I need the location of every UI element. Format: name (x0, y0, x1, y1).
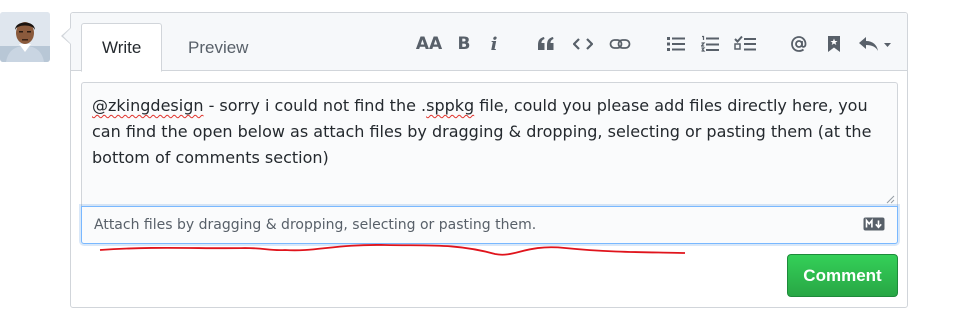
tab-write[interactable]: Write (81, 23, 163, 72)
tab-preview[interactable]: Preview (167, 23, 269, 72)
quote-icon[interactable] (534, 32, 558, 56)
file-extension-text: sppkg (426, 96, 475, 115)
comment-textarea[interactable]: @zkingdesign - sorry i could not find th… (81, 82, 898, 206)
text-size-icon[interactable]: AA (416, 32, 442, 56)
link-icon[interactable] (608, 32, 632, 56)
red-annotation-underline (99, 244, 686, 256)
mention-text: @zkingdesign (92, 96, 204, 115)
avatar[interactable] (0, 12, 50, 62)
comment-button[interactable]: Comment (787, 254, 898, 297)
code-icon[interactable] (571, 32, 595, 56)
markdown-icon[interactable] (863, 217, 885, 231)
attach-files-text: Attach files by dragging & dropping, sel… (94, 217, 537, 233)
bold-icon[interactable]: B (452, 32, 476, 56)
reply-icon[interactable] (855, 32, 895, 56)
comment-text-part: - sorry i could not find the . (203, 96, 427, 115)
numbered-list-icon[interactable] (698, 32, 722, 56)
bookmark-icon[interactable] (822, 32, 846, 56)
bulleted-list-icon[interactable] (664, 32, 688, 56)
comment-box-pointer-fill (63, 28, 71, 44)
editor-header: Write Preview AA B i (71, 13, 907, 72)
mention-icon[interactable] (787, 32, 811, 56)
resize-handle-icon[interactable] (885, 194, 895, 204)
italic-icon[interactable]: i (482, 32, 506, 56)
user-avatar-icon (0, 12, 50, 62)
task-list-icon[interactable] (733, 32, 757, 56)
attach-files-zone[interactable]: Attach files by dragging & dropping, sel… (81, 206, 898, 244)
